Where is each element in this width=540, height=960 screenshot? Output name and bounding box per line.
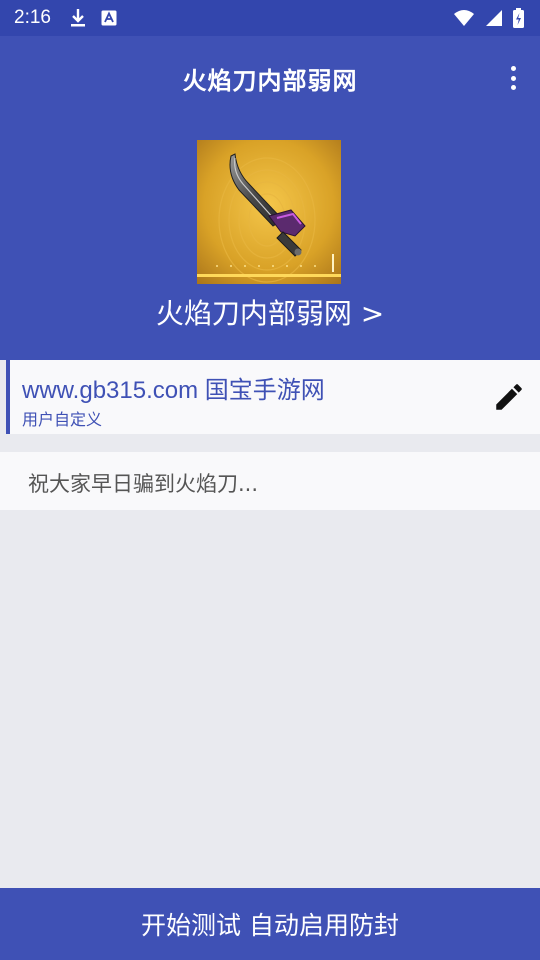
signal-icon [486,10,502,26]
start-test-button[interactable]: 开始测试 自动启用防封 [0,888,540,960]
selected-config-card[interactable]: www.gb315.com 国宝手游网 用户自定义 [6,360,540,434]
config-title: www.gb315.com 国宝手游网 [22,377,325,404]
menu-dot [510,66,516,71]
wifi-icon [454,10,474,26]
flame-blade-weapon-image [197,140,341,284]
note-text: 祝大家早日骗到火焰刀... [28,472,259,496]
game-thumbnail[interactable] [197,140,341,284]
app-title: 火焰刀内部弱网 [182,66,358,95]
status-bar: 2:16 [0,0,540,36]
status-notifications [69,8,117,28]
app-bar: 火焰刀内部弱网 [0,36,540,120]
game-header: 火焰刀内部弱网 > [0,120,540,360]
game-name-link[interactable]: 火焰刀内部弱网 > [0,292,540,332]
config-subtitle: 用户自定义 [22,410,103,429]
font-icon [101,10,117,26]
battery-icon [513,8,524,28]
download-icon [70,9,85,27]
menu-dot [510,85,516,90]
note-box: 祝大家早日骗到火焰刀... [0,452,540,510]
status-time: 2:16 [14,7,51,28]
menu-dot [510,75,516,81]
status-system-icons [453,8,524,28]
edit-pencil-icon[interactable] [492,380,526,414]
more-vert-icon[interactable] [506,62,520,94]
